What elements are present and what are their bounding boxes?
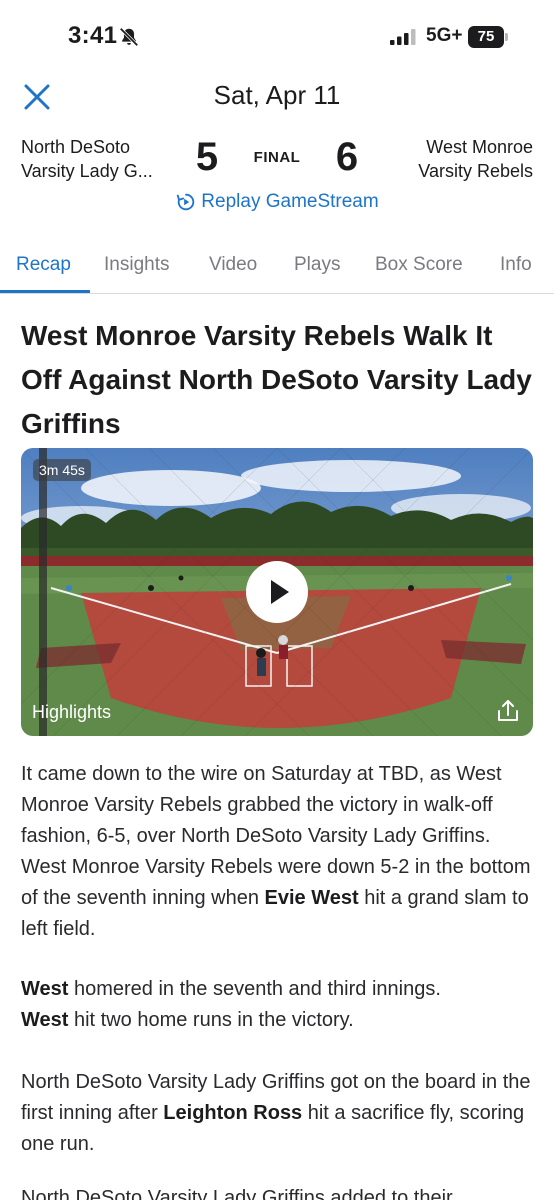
article-paragraph-2: West homered in the seventh and third in… xyxy=(21,974,536,1036)
battery-icon: 75 xyxy=(468,26,508,48)
video-duration: 3m 45s xyxy=(33,459,91,481)
replay-gamestream-link[interactable]: Replay GameStream xyxy=(0,191,554,213)
article-paragraph-3: North DeSoto Varsity Lady Griffins got o… xyxy=(21,1067,536,1160)
play-icon xyxy=(271,580,289,604)
share-icon[interactable] xyxy=(495,698,521,724)
battery-cap xyxy=(505,33,508,41)
away-team-name[interactable]: West Monroe Varsity Rebels xyxy=(363,135,533,183)
replay-label: Replay GameStream xyxy=(201,191,379,212)
active-tab-indicator xyxy=(0,290,90,293)
highlights-video[interactable]: 3m 45s Highlights xyxy=(21,448,533,736)
signal-icon xyxy=(390,29,416,45)
home-team-line2: Varsity Lady G... xyxy=(21,161,153,181)
bell-slash-icon xyxy=(119,27,139,47)
player-name: Evie West xyxy=(264,887,359,909)
away-team-line2: Varsity Rebels xyxy=(418,161,533,181)
page-title: Sat, Apr 11 xyxy=(213,80,341,110)
p2-text-2: hit two home runs in the victory. xyxy=(68,1009,354,1031)
tab-video[interactable]: Video xyxy=(209,254,257,276)
article-headline: West Monroe Varsity Rebels Walk It Off A… xyxy=(21,320,532,439)
tab-bar: Recap Insights Video Plays Box Score Inf… xyxy=(0,240,554,294)
status-time: 3:41 xyxy=(68,22,118,49)
tab-plays[interactable]: Plays xyxy=(294,254,340,276)
away-team-line1: West Monroe xyxy=(426,137,533,157)
battery-level: 75 xyxy=(468,26,504,48)
status-bar: 3:41 5G+ 75 xyxy=(0,0,554,70)
home-score: 5 xyxy=(195,135,219,179)
home-team-line1: North DeSoto xyxy=(21,137,131,157)
article-paragraph-1: It came down to the wire on Saturday at … xyxy=(21,759,536,945)
tab-recap[interactable]: Recap xyxy=(16,254,71,276)
tab-info[interactable]: Info xyxy=(500,254,532,276)
tab-box-score[interactable]: Box Score xyxy=(375,254,463,276)
player-name: West xyxy=(21,1009,69,1031)
player-name: West xyxy=(21,978,69,1000)
home-team-name[interactable]: North DeSoto Varsity Lady G... xyxy=(21,135,181,183)
replay-icon xyxy=(177,193,195,211)
game-status: FINAL xyxy=(253,149,301,166)
tab-insights[interactable]: Insights xyxy=(104,254,169,276)
video-label: Highlights xyxy=(32,702,112,722)
player-name: Leighton Ross xyxy=(163,1102,303,1124)
article-paragraph-4: North DeSoto Varsity Lady Griffins added… xyxy=(21,1187,453,1200)
play-button[interactable] xyxy=(246,561,308,623)
away-score: 6 xyxy=(335,135,359,179)
network-label: 5G+ xyxy=(426,25,463,46)
p2-text-1: homered in the seventh and third innings… xyxy=(68,978,441,1000)
